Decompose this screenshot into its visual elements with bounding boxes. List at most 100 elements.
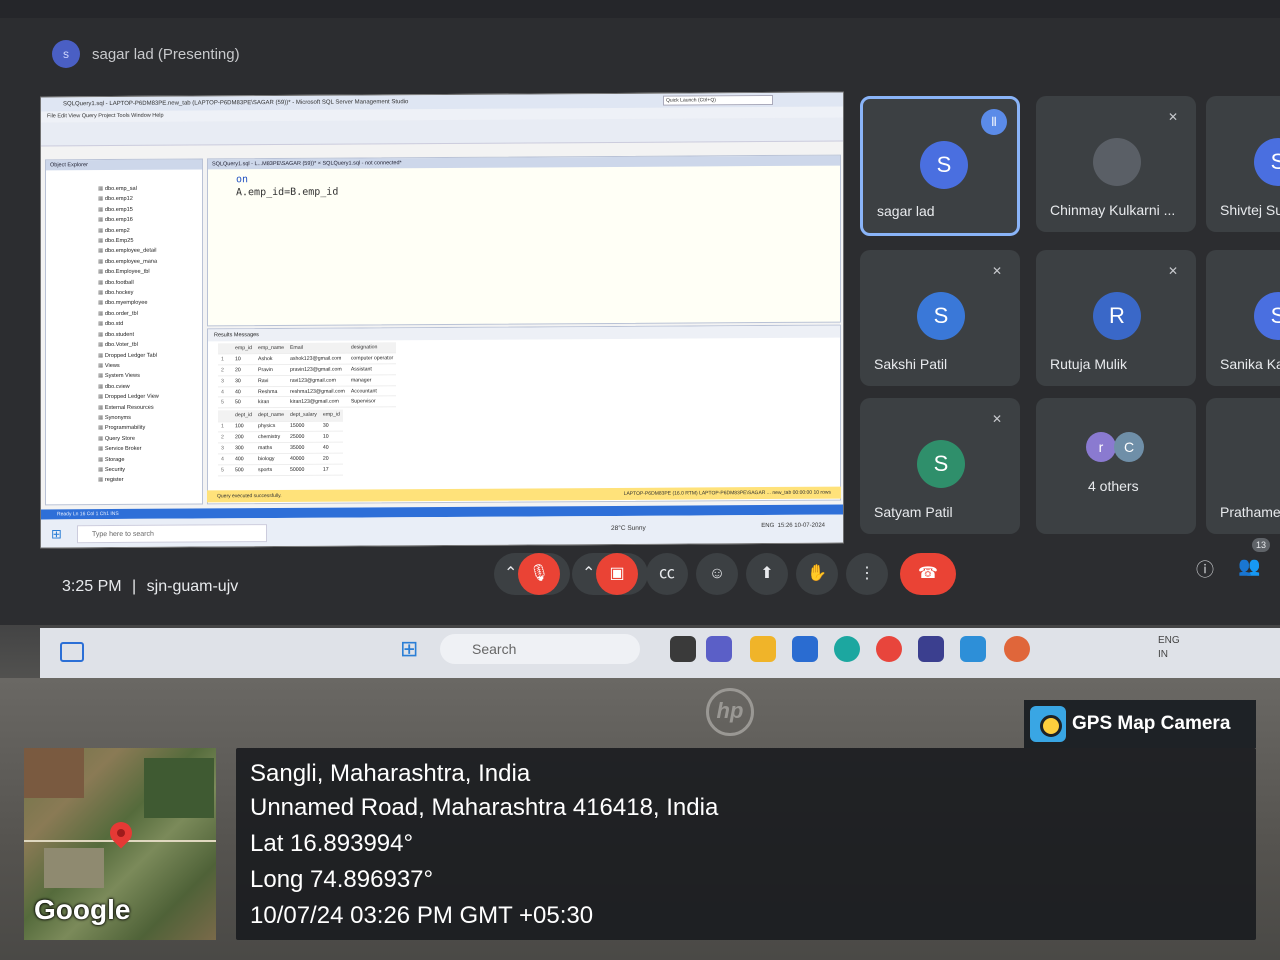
object-explorer[interactable]: Object Explorer dbo.emp_saldbo.emp12dbo.… [45, 158, 203, 506]
chrome-icon[interactable] [876, 636, 902, 662]
tree-item[interactable]: register [98, 475, 202, 486]
table-row[interactable]: 5 50 kiran kiran123@gmail.com Supervisor [218, 396, 397, 409]
tree-item[interactable]: dbo.student [98, 329, 202, 340]
emoji-icon[interactable]: ☺ [696, 553, 738, 595]
people-icon[interactable]: 👥 [1238, 556, 1260, 577]
taskbar-search-box[interactable]: Search [440, 634, 640, 664]
table-row[interactable]: 2 200 chemistry 25000 10 [218, 431, 343, 444]
windows-start-icon[interactable]: ⊞ [51, 526, 62, 542]
grid-cell[interactable]: 10 [232, 353, 256, 365]
intellij-icon[interactable] [918, 636, 944, 662]
tree-item[interactable]: dbo.employee_detail [98, 246, 202, 257]
grid-cell[interactable]: 25000 [287, 431, 320, 443]
grid-cell[interactable]: biology [255, 453, 287, 465]
participant-tile[interactable]: ✕ S Sakshi Patil [860, 250, 1020, 386]
info-icon[interactable]: ⓘ [1196, 556, 1214, 582]
file-explorer-icon[interactable] [750, 636, 776, 662]
grid-cell[interactable]: 300 [232, 442, 256, 454]
tree-item[interactable]: Views [98, 360, 202, 371]
grid-cell[interactable]: 100 [232, 421, 256, 433]
tree-item[interactable]: dbo.myemployee [98, 298, 202, 309]
grid-header-cell[interactable]: dept_name [255, 410, 287, 422]
participant-tile[interactable]: S Sanika Kar [1206, 250, 1280, 386]
grid-cell[interactable]: 50 [232, 397, 256, 409]
grid-cell[interactable]: computer operator [347, 353, 397, 365]
grid-header-cell[interactable]: dept_salary [287, 410, 320, 422]
task-view-icon[interactable] [670, 636, 696, 662]
tree-item[interactable]: dbo.football [98, 277, 202, 288]
grid-cell[interactable]: Supervisor [347, 396, 397, 408]
grid-cell[interactable]: Accountant [347, 385, 397, 397]
tree-item[interactable]: dbo.hockey [98, 288, 202, 299]
grid-cell[interactable]: 400 [232, 453, 256, 465]
windows-start-icon[interactable]: ⊞ [400, 636, 418, 662]
others-tile[interactable]: r C 4 others [1036, 398, 1196, 534]
grid-cell[interactable]: ravi123@gmail.com [286, 374, 348, 387]
grid-cell[interactable]: 40 [319, 442, 343, 454]
table-row[interactable]: 4 400 biology 40000 20 [218, 453, 343, 465]
grid-cell[interactable]: physics [255, 421, 287, 433]
grid-cell[interactable]: Reshma [255, 386, 287, 398]
tree-item[interactable]: Query Store [98, 433, 202, 444]
grid-cell[interactable]: 40 [232, 386, 256, 398]
participant-tile[interactable]: Prathame [1206, 398, 1280, 534]
grid-header-cell[interactable]: Email [286, 342, 348, 354]
grid-cell[interactable]: Assistant [347, 363, 397, 375]
grid-cell[interactable]: kiran [255, 396, 287, 408]
query-editor[interactable]: SQLQuery1.sql - L...M83PE\SAGAR (59))* ×… [207, 154, 841, 327]
grid-cell[interactable]: maths [255, 442, 287, 454]
row-number[interactable]: 3 [218, 442, 232, 454]
tree-item[interactable]: dbo.Employee_tbl [98, 267, 202, 278]
tree-item[interactable]: dbo.emp15 [98, 204, 202, 215]
grid-cell[interactable]: kiran123@gmail.com [286, 396, 348, 408]
row-number[interactable]: 3 [218, 375, 232, 387]
raise-hand-icon[interactable]: ✋ [796, 553, 838, 595]
row-number[interactable]: 1 [218, 421, 232, 433]
query-code[interactable]: on A.emp_id=B.emp_id [208, 166, 840, 200]
tree-item[interactable]: dbo.emp12 [98, 194, 202, 205]
grid-cell[interactable]: 20 [319, 453, 343, 465]
tree-item[interactable]: dbo.emp2 [98, 225, 202, 236]
participant-tile[interactable]: S Shivtej Sul [1206, 96, 1280, 232]
participant-tile[interactable]: ✕ S Satyam Patil [860, 398, 1020, 534]
store-icon[interactable] [792, 636, 818, 662]
tree-item[interactable]: Dropped Ledger View [98, 392, 202, 403]
ssms-toolbar[interactable] [41, 117, 843, 147]
grid-cell[interactable]: 10 [319, 431, 343, 443]
teams-icon[interactable] [706, 636, 732, 662]
grid-cell[interactable]: reshma123@gmail.com [286, 385, 348, 397]
row-number[interactable]: 4 [218, 453, 232, 465]
row-number[interactable]: 5 [218, 464, 232, 476]
grid-cell[interactable]: Ashok [255, 353, 287, 365]
edge-icon[interactable] [834, 636, 860, 662]
widgets-icon[interactable] [60, 642, 84, 662]
row-number[interactable]: 2 [218, 432, 232, 444]
grid-cell[interactable]: 50000 [287, 464, 320, 476]
tree-item[interactable]: dbo.order_tbl [98, 308, 202, 319]
grid-cell[interactable]: pravin123@gmail.com [286, 364, 348, 376]
tree-item[interactable]: dbo.employee_mana [98, 256, 202, 267]
grid-cell[interactable]: Ravi [255, 375, 287, 387]
present-screen-icon[interactable]: ⬆ [746, 553, 788, 595]
object-explorer-tree[interactable]: dbo.emp_saldbo.emp12dbo.emp15dbo.emp16db… [46, 169, 202, 486]
participant-tile[interactable]: ✕ Chinmay Kulkarni ... [1036, 96, 1196, 232]
row-number[interactable]: 2 [218, 364, 232, 376]
grid-header-cell[interactable]: dept_id [232, 410, 256, 422]
row-number[interactable]: 4 [218, 386, 232, 398]
tree-item[interactable]: dbo.emp_sal [98, 183, 202, 194]
tree-item[interactable]: Storage [98, 454, 202, 465]
grid-cell[interactable]: manager [347, 374, 397, 386]
vscode-icon[interactable] [960, 636, 986, 662]
grid-cell[interactable]: 200 [232, 432, 256, 443]
quick-launch-input[interactable]: Quick Launch (Ctrl+Q) [663, 94, 773, 106]
tree-item[interactable]: dbo.cview [98, 381, 202, 392]
table-row[interactable]: 3 300 maths 35000 40 [218, 442, 343, 454]
grid-cell[interactable]: 15000 [287, 420, 320, 432]
grid-cell[interactable]: 30 [319, 420, 343, 432]
row-number[interactable]: 5 [218, 397, 232, 409]
grid-cell[interactable]: 20 [232, 364, 256, 376]
leave-call-icon[interactable]: ☎ [900, 553, 956, 595]
grid-cell[interactable]: 40000 [287, 453, 320, 465]
tree-item[interactable]: dbo.Voter_tbl [98, 340, 202, 351]
tree-item[interactable]: Dropped Ledger Tabl [98, 350, 202, 361]
